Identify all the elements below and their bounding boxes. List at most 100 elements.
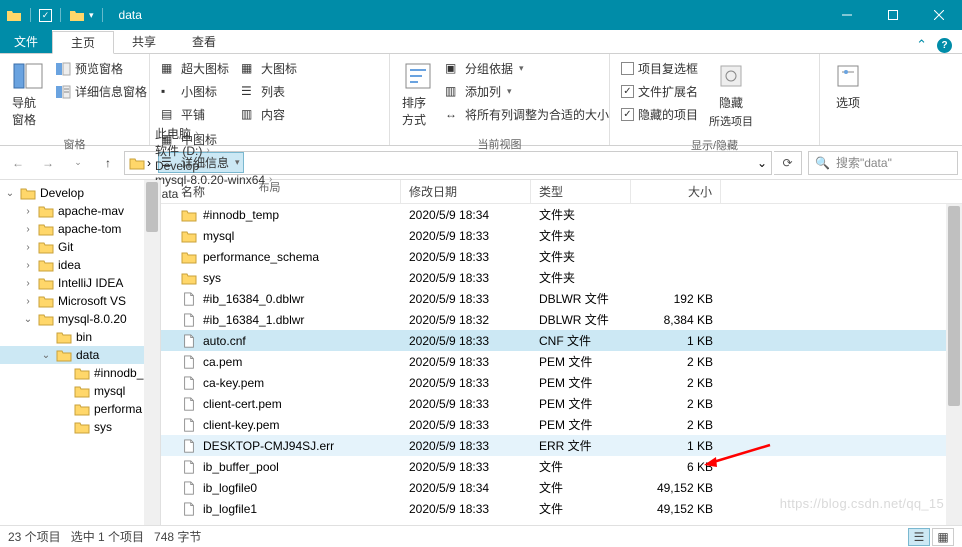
file-row[interactable]: ib_buffer_pool2020/5/9 18:33文件6 KB [161, 456, 962, 477]
file-row[interactable]: #ib_16384_1.dblwr2020/5/9 18:32DBLWR 文件8… [161, 309, 962, 330]
chevron-down-icon[interactable]: ⌄ [757, 156, 767, 170]
tiles-button[interactable]: ▤平铺 [158, 104, 234, 125]
col-name[interactable]: 名称 [161, 180, 401, 203]
close-button[interactable] [916, 0, 962, 30]
expand-icon[interactable]: › [22, 278, 34, 289]
expand-icon[interactable]: › [22, 224, 34, 235]
tree-node[interactable]: sys [0, 418, 160, 436]
view-details-button[interactable]: ☰ [908, 528, 930, 546]
help-icon[interactable]: ? [937, 38, 952, 53]
l-icons-button[interactable]: ▦大图标 [238, 58, 304, 79]
view-large-button[interactable]: ▦ [932, 528, 954, 546]
file-icon [181, 460, 197, 474]
forward-button[interactable]: → [34, 150, 62, 176]
tree-node[interactable]: ›apache-tom [0, 220, 160, 238]
item-checkboxes-toggle[interactable]: 项目复选框 [618, 58, 701, 79]
file-row[interactable]: #ib_16384_0.dblwr2020/5/9 18:33DBLWR 文件1… [161, 288, 962, 309]
collapse-ribbon-icon[interactable]: ⌃ [916, 37, 927, 53]
add-cols-button[interactable]: ▥添加列▾ [442, 81, 612, 102]
file-ext-toggle[interactable]: 文件扩展名 [618, 81, 701, 102]
s-icons-button[interactable]: ▪小图标 [158, 81, 234, 102]
file-row[interactable]: sys2020/5/9 18:33文件夹 [161, 267, 962, 288]
minimize-button[interactable] [824, 0, 870, 30]
qat-dropdown-icon[interactable]: ▾ [89, 10, 94, 21]
file-row[interactable]: client-key.pem2020/5/9 18:33PEM 文件2 KB [161, 414, 962, 435]
tab-home[interactable]: 主页 [52, 31, 114, 54]
expand-icon[interactable]: › [22, 260, 34, 271]
tree-node[interactable]: ›apache-mav [0, 202, 160, 220]
file-row[interactable]: client-cert.pem2020/5/9 18:33PEM 文件2 KB [161, 393, 962, 414]
tree-node[interactable]: #innodb_ [0, 364, 160, 382]
col-date[interactable]: 修改日期 [401, 180, 531, 203]
sort-button[interactable]: 排序方式 [398, 58, 438, 130]
file-row[interactable]: ib_logfile02020/5/9 18:34文件49,152 KB [161, 477, 962, 498]
breadcrumb-item[interactable]: 软件 (D:)› [153, 142, 274, 159]
tree-node[interactable]: mysql [0, 382, 160, 400]
search-input[interactable]: 🔍 搜索"data" [808, 151, 958, 175]
menu-file[interactable]: 文件 [0, 29, 52, 53]
file-row[interactable]: DESKTOP-CMJ94SJ.err2020/5/9 18:33ERR 文件1… [161, 435, 962, 456]
breadcrumb-item[interactable]: 此电脑› [153, 125, 274, 142]
expand-icon[interactable]: ⌄ [4, 188, 16, 199]
tree-node[interactable]: performa [0, 400, 160, 418]
tab-view[interactable]: 查看 [174, 30, 234, 53]
tree-node[interactable]: ›IntelliJ IDEA [0, 274, 160, 292]
tree-node[interactable]: ›idea [0, 256, 160, 274]
expand-icon[interactable]: › [22, 242, 34, 253]
tree-node[interactable]: ›Microsoft VS [0, 292, 160, 310]
file-row[interactable]: ib_logfile12020/5/9 18:33文件49,152 KB [161, 498, 962, 519]
file-type: PEM 文件 [531, 395, 631, 412]
list-button[interactable]: ☰列表 [238, 81, 304, 102]
files-scrollbar[interactable] [946, 204, 962, 525]
chevron-right-icon[interactable]: › [195, 128, 198, 139]
tree-node[interactable]: ›Git [0, 238, 160, 256]
tree-node[interactable]: ⌄data [0, 346, 160, 364]
xl-icons-button[interactable]: ▦超大图标 [158, 58, 234, 79]
details-pane-button[interactable]: 详细信息窗格 [52, 81, 150, 102]
file-row[interactable]: #innodb_temp2020/5/9 18:34文件夹 [161, 204, 962, 225]
expand-icon[interactable]: › [22, 206, 34, 217]
file-type: DBLWR 文件 [531, 311, 631, 328]
content-button[interactable]: ▥内容 [238, 104, 304, 125]
nav-pane-button[interactable]: 导航窗格 [8, 58, 48, 130]
hide-button[interactable]: 隐藏 所选项目 [705, 58, 757, 131]
tree-node[interactable]: bin [0, 328, 160, 346]
chevron-right-icon[interactable]: › [206, 145, 209, 156]
chevron-right-icon[interactable]: › [203, 160, 206, 171]
tree-scrollbar[interactable] [144, 180, 160, 525]
hide-icon [715, 60, 747, 92]
chevron-right-icon[interactable]: › [147, 156, 151, 170]
file-row[interactable]: ca.pem2020/5/9 18:33PEM 文件2 KB [161, 351, 962, 372]
up-button[interactable]: ↑ [94, 150, 122, 176]
group-by-button[interactable]: ▣分组依据▾ [442, 58, 612, 79]
maximize-button[interactable] [870, 0, 916, 30]
recent-dropdown[interactable]: ⌄ [64, 150, 92, 176]
file-date: 2020/5/9 18:33 [401, 376, 531, 390]
preview-pane-button[interactable]: 预览窗格 [52, 58, 150, 79]
file-row[interactable]: performance_schema2020/5/9 18:33文件夹 [161, 246, 962, 267]
file-row[interactable]: mysql2020/5/9 18:33文件夹 [161, 225, 962, 246]
expand-icon[interactable]: › [22, 296, 34, 307]
file-row[interactable]: auto.cnf2020/5/9 18:33CNF 文件1 KB [161, 330, 962, 351]
nav-pane-icon [12, 60, 44, 92]
breadcrumb-bar[interactable]: › 此电脑›软件 (D:)›Develop›mysql-8.0.20-winx6… [124, 151, 772, 175]
tab-share[interactable]: 共享 [114, 30, 174, 53]
qat-checkbox-icon[interactable]: ✓ [39, 9, 52, 22]
file-row[interactable]: ca-key.pem2020/5/9 18:33PEM 文件2 KB [161, 372, 962, 393]
col-size[interactable]: 大小 [631, 180, 721, 203]
folder-icon[interactable] [69, 8, 85, 22]
options-button[interactable]: 选项 [828, 58, 868, 124]
folder-icon [6, 8, 22, 22]
folder-icon [38, 294, 54, 308]
breadcrumb-item[interactable]: Develop› [153, 159, 274, 173]
refresh-button[interactable]: ⟳ [774, 151, 802, 175]
folder-tree[interactable]: ⌄Develop›apache-mav›apache-tom›Git›idea›… [0, 180, 161, 525]
fit-cols-button[interactable]: ↔将所有列调整为合适的大小 [442, 104, 612, 125]
back-button[interactable]: ← [4, 150, 32, 176]
hidden-items-toggle[interactable]: 隐藏的项目 [618, 104, 701, 125]
expand-icon[interactable]: ⌄ [40, 350, 52, 361]
tree-node[interactable]: ⌄mysql-8.0.20 [0, 310, 160, 328]
col-type[interactable]: 类型 [531, 180, 631, 203]
expand-icon[interactable]: ⌄ [22, 314, 34, 325]
tree-node[interactable]: ⌄Develop [0, 184, 160, 202]
